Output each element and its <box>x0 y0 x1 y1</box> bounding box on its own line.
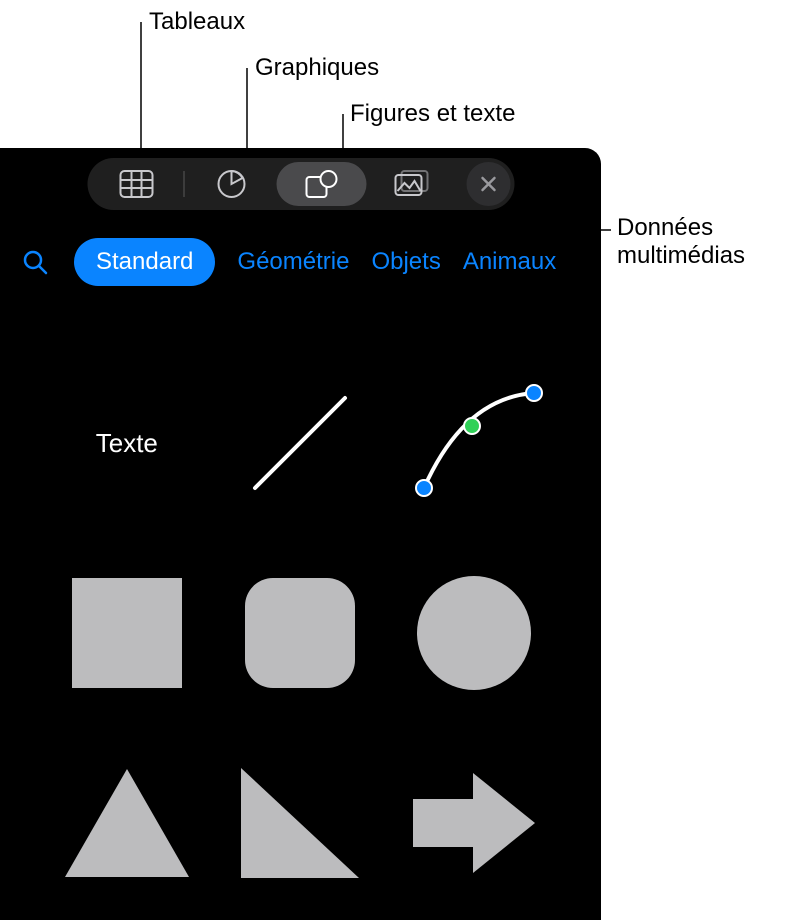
shapes-text-button[interactable] <box>276 162 366 206</box>
callout-media: Données multimédias <box>617 214 745 270</box>
close-icon <box>479 175 497 193</box>
insert-panel: Standard Géométrie Objets Animaux Texte <box>0 148 601 920</box>
shape-rounded-square[interactable] <box>225 558 375 708</box>
toolbar-divider <box>183 171 184 197</box>
arrow-right-icon <box>413 773 535 873</box>
rounded-square-icon <box>245 578 355 688</box>
shape-right-triangle[interactable] <box>225 748 375 898</box>
charts-button[interactable] <box>186 162 276 206</box>
shape-arrow-right[interactable] <box>399 748 549 898</box>
category-row: Standard Géométrie Objets Animaux <box>0 234 601 290</box>
close-button[interactable] <box>466 162 510 206</box>
shape-text[interactable]: Texte <box>52 368 202 518</box>
category-standard[interactable]: Standard <box>74 238 215 286</box>
callout-shapes-text: Figures et texte <box>350 100 515 128</box>
media-button[interactable] <box>366 162 456 206</box>
shape-curve[interactable] <box>399 368 549 518</box>
category-objects[interactable]: Objets <box>371 248 440 276</box>
square-icon <box>72 578 182 688</box>
category-animals[interactable]: Animaux <box>463 248 556 276</box>
callout-tables: Tableaux <box>149 8 245 36</box>
shape-circle[interactable] <box>399 558 549 708</box>
callout-charts: Graphiques <box>255 54 379 82</box>
right-triangle-icon <box>241 768 359 878</box>
shapes-icon <box>304 169 338 199</box>
circle-icon <box>417 576 531 690</box>
shape-text-label: Texte <box>96 428 158 459</box>
image-icon <box>393 169 429 199</box>
shape-line[interactable] <box>225 368 375 518</box>
search-button[interactable] <box>18 245 52 279</box>
piechart-icon <box>216 169 246 199</box>
search-icon <box>21 248 49 276</box>
table-icon <box>119 170 153 198</box>
insert-toolbar <box>87 158 514 210</box>
triangle-icon <box>65 769 189 877</box>
line-icon <box>240 383 360 503</box>
shapes-grid: Texte <box>0 328 601 918</box>
tables-button[interactable] <box>91 162 181 206</box>
category-geometry[interactable]: Géométrie <box>237 248 349 276</box>
curve-icon <box>404 378 544 508</box>
shape-triangle[interactable] <box>52 748 202 898</box>
shape-square[interactable] <box>52 558 202 708</box>
